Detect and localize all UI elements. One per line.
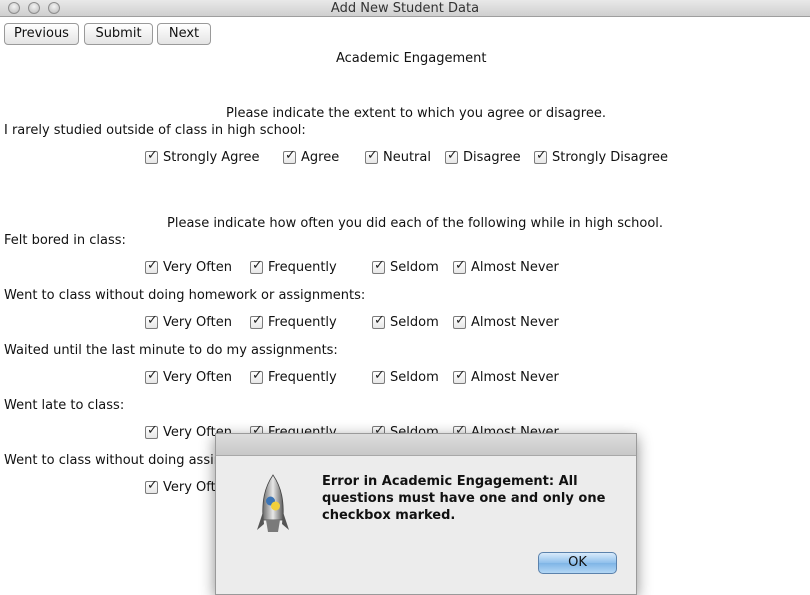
option-very-often[interactable]: Very Often <box>145 313 232 330</box>
agree-instruction: Please indicate the extent to which you … <box>226 106 606 121</box>
checkbox[interactable] <box>145 478 158 494</box>
error-message: Error in Academic Engagement: All questi… <box>322 474 606 523</box>
window-title: Add New Student Data <box>330 1 480 16</box>
checkbox[interactable] <box>145 423 158 439</box>
option-frequently[interactable]: Frequently <box>250 258 337 275</box>
frequency-instruction: Please indicate how often you did each o… <box>167 216 664 231</box>
checkbox[interactable] <box>372 368 385 384</box>
checkbox[interactable] <box>372 313 385 329</box>
option-very-often[interactable]: Very Ofte <box>145 478 224 495</box>
option-agree[interactable]: Agree <box>283 148 339 165</box>
ok-button[interactable]: OK <box>538 552 617 574</box>
checkbox[interactable] <box>145 313 158 329</box>
option-strongly-disagree[interactable]: Strongly Disagree <box>534 148 668 165</box>
checkbox[interactable] <box>250 258 263 274</box>
checkbox[interactable] <box>145 148 158 164</box>
next-button[interactable]: Next <box>157 23 211 45</box>
option-neutral[interactable]: Neutral <box>365 148 431 165</box>
checkbox[interactable] <box>283 148 296 164</box>
checkbox[interactable] <box>445 148 458 164</box>
error-dialog: Error in Academic Engagement: All questi… <box>215 433 637 595</box>
option-very-often[interactable]: Very Often <box>145 258 232 275</box>
option-almost-never[interactable]: Almost Never <box>453 258 559 275</box>
question-no-homework: Went to class without doing homework or … <box>4 288 366 303</box>
option-almost-never[interactable]: Almost Never <box>453 368 559 385</box>
checkbox[interactable] <box>145 258 158 274</box>
option-seldom[interactable]: Seldom <box>372 368 439 385</box>
option-disagree[interactable]: Disagree <box>445 148 521 165</box>
option-strongly-agree[interactable]: Strongly Agree <box>145 148 260 165</box>
python-rocket-icon <box>257 474 289 532</box>
checkbox[interactable] <box>453 368 466 384</box>
option-seldom[interactable]: Seldom <box>372 313 439 330</box>
window-titlebar: Add New Student Data <box>0 0 810 17</box>
question-late: Went late to class: <box>4 398 125 413</box>
section-title: Academic Engagement <box>336 51 487 66</box>
option-frequently[interactable]: Frequently <box>250 368 337 385</box>
dialog-titlebar <box>216 434 636 456</box>
question-no-assignments: Went to class without doing assing <box>4 453 231 468</box>
checkbox[interactable] <box>372 258 385 274</box>
checkbox[interactable] <box>250 368 263 384</box>
checkbox[interactable] <box>453 313 466 329</box>
option-very-often[interactable]: Very Often <box>145 368 232 385</box>
submit-button[interactable]: Submit <box>84 23 153 45</box>
checkbox[interactable] <box>453 258 466 274</box>
question-bored: Felt bored in class: <box>4 233 126 248</box>
checkbox[interactable] <box>534 148 547 164</box>
option-seldom[interactable]: Seldom <box>372 258 439 275</box>
option-frequently[interactable]: Frequently <box>250 313 337 330</box>
checkbox[interactable] <box>250 313 263 329</box>
question-studied-outside: I rarely studied outside of class in hig… <box>4 123 306 138</box>
checkbox[interactable] <box>145 368 158 384</box>
checkbox[interactable] <box>365 148 378 164</box>
option-almost-never[interactable]: Almost Never <box>453 313 559 330</box>
previous-button[interactable]: Previous <box>4 23 79 45</box>
question-last-minute: Waited until the last minute to do my as… <box>4 343 338 358</box>
